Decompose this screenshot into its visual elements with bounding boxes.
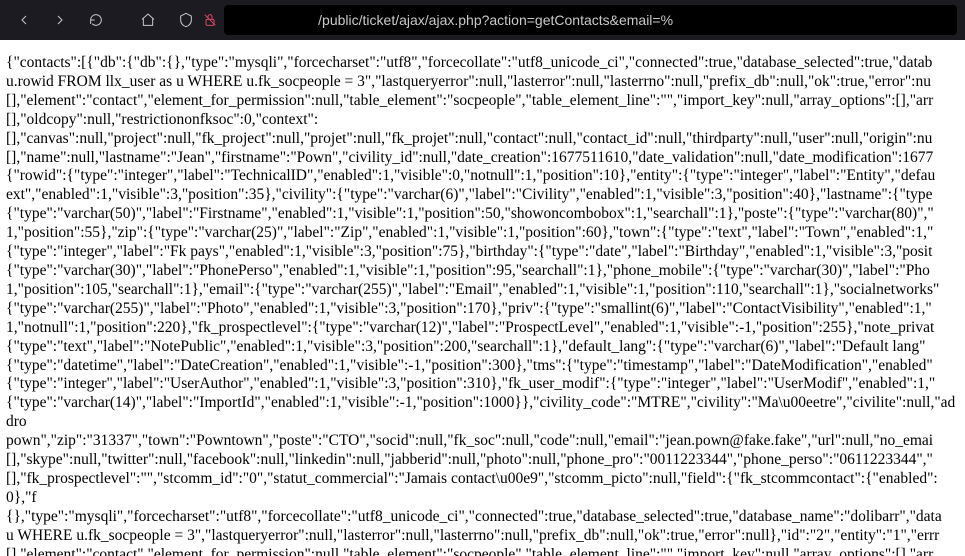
json-response-body: {"contacts":[{"db":{"db":{},"type":"mysq… bbox=[0, 40, 965, 556]
url-visible-path: /public/ticket/ajax/ajax.php?action=getC… bbox=[318, 12, 673, 28]
forward-button[interactable] bbox=[44, 4, 76, 36]
shield-icon bbox=[176, 10, 196, 30]
browser-toolbar: hostname.tld /public/ticket/ajax/ajax.ph… bbox=[0, 0, 965, 40]
reload-button[interactable] bbox=[80, 4, 112, 36]
lock-insecure-icon bbox=[200, 10, 220, 30]
home-button[interactable] bbox=[132, 4, 164, 36]
security-indicators bbox=[176, 10, 220, 30]
url-bar[interactable]: hostname.tld /public/ticket/ajax/ajax.ph… bbox=[224, 5, 957, 35]
back-button[interactable] bbox=[8, 4, 40, 36]
url-hidden-host: hostname.tld bbox=[232, 12, 318, 28]
